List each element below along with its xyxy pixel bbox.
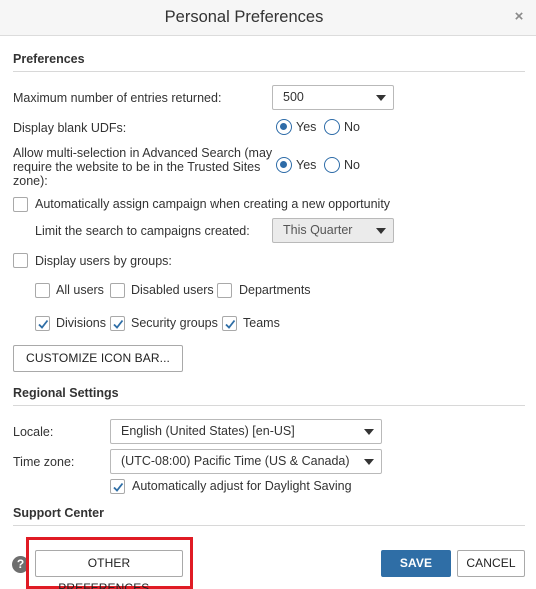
timezone-label: Time zone:: [13, 455, 75, 469]
security-groups-label: Security groups: [131, 316, 218, 330]
all-users-label: All users: [56, 283, 104, 297]
users-by-groups-checkbox[interactable]: [13, 253, 28, 268]
blank-udfs-yes-radio[interactable]: [276, 119, 292, 135]
support-section-title: Support Center: [13, 506, 104, 520]
multi-selection-no-label: No: [344, 158, 360, 172]
departments-checkbox[interactable]: [217, 283, 232, 298]
blank-udfs-no-label: No: [344, 120, 360, 134]
regional-section-title: Regional Settings: [13, 386, 119, 400]
limit-search-value: This Quarter: [283, 223, 353, 237]
daylight-saving-label: Automatically adjust for Daylight Saving: [132, 479, 352, 493]
divider: [13, 71, 525, 72]
save-button[interactable]: SAVE: [381, 550, 451, 577]
dialog-title: Personal Preferences: [164, 8, 324, 26]
locale-label: Locale:: [13, 425, 54, 439]
locale-select[interactable]: English (United States) [en-US]: [110, 419, 382, 444]
timezone-value: (UTC-08:00) Pacific Time (US & Canada): [121, 454, 350, 468]
checkmark-icon: [113, 319, 124, 329]
disabled-users-checkbox[interactable]: [110, 283, 125, 298]
blank-udfs-yes-label: Yes: [296, 120, 317, 134]
dialog-titlebar: Personal Preferences ×: [0, 0, 536, 36]
blank-udfs-label: Display blank UDFs:: [13, 121, 127, 135]
divisions-checkbox[interactable]: [35, 316, 50, 331]
limit-search-select[interactable]: This Quarter: [272, 218, 394, 243]
auto-campaign-label: Automatically assign campaign when creat…: [35, 197, 391, 211]
cancel-button[interactable]: CANCEL: [457, 550, 525, 577]
checkmark-icon: [38, 319, 49, 329]
multi-selection-label: Allow multi-selection in Advanced Search…: [13, 146, 273, 188]
chevron-down-icon: [364, 429, 374, 435]
chevron-down-icon: [364, 459, 374, 465]
max-entries-select[interactable]: 500: [272, 85, 394, 110]
preferences-section-title: Preferences: [13, 52, 85, 66]
multi-selection-no-radio[interactable]: [324, 157, 340, 173]
all-users-checkbox[interactable]: [35, 283, 50, 298]
limit-search-label: Limit the search to campaigns created:: [35, 224, 250, 238]
teams-checkbox[interactable]: [222, 316, 237, 331]
checkmark-icon: [225, 319, 236, 329]
chevron-down-icon: [376, 228, 386, 234]
multi-selection-yes-label: Yes: [296, 158, 317, 172]
blank-udfs-no-radio[interactable]: [324, 119, 340, 135]
timezone-select[interactable]: (UTC-08:00) Pacific Time (US & Canada): [110, 449, 382, 474]
disabled-users-label: Disabled users: [131, 283, 214, 297]
users-by-groups-label: Display users by groups:: [35, 254, 172, 268]
divisions-label: Divisions: [56, 316, 107, 330]
chevron-down-icon: [376, 95, 386, 101]
max-entries-label: Maximum number of entries returned:: [13, 91, 222, 105]
locale-value: English (United States) [en-US]: [121, 424, 295, 438]
auto-campaign-checkbox[interactable]: [13, 197, 28, 212]
multi-selection-yes-radio[interactable]: [276, 157, 292, 173]
checkmark-icon: [113, 482, 124, 492]
divider: [13, 525, 525, 526]
divider: [13, 405, 525, 406]
other-preferences-button[interactable]: OTHER PREFERENCES...: [35, 550, 183, 589]
teams-label: Teams: [243, 316, 280, 330]
customize-icon-bar-button[interactable]: CUSTOMIZE ICON BAR...: [13, 345, 183, 372]
security-groups-checkbox[interactable]: [110, 316, 125, 331]
departments-label: Departments: [239, 283, 311, 297]
daylight-saving-checkbox[interactable]: [110, 479, 125, 494]
close-icon[interactable]: ×: [512, 9, 526, 24]
max-entries-value: 500: [283, 90, 304, 104]
